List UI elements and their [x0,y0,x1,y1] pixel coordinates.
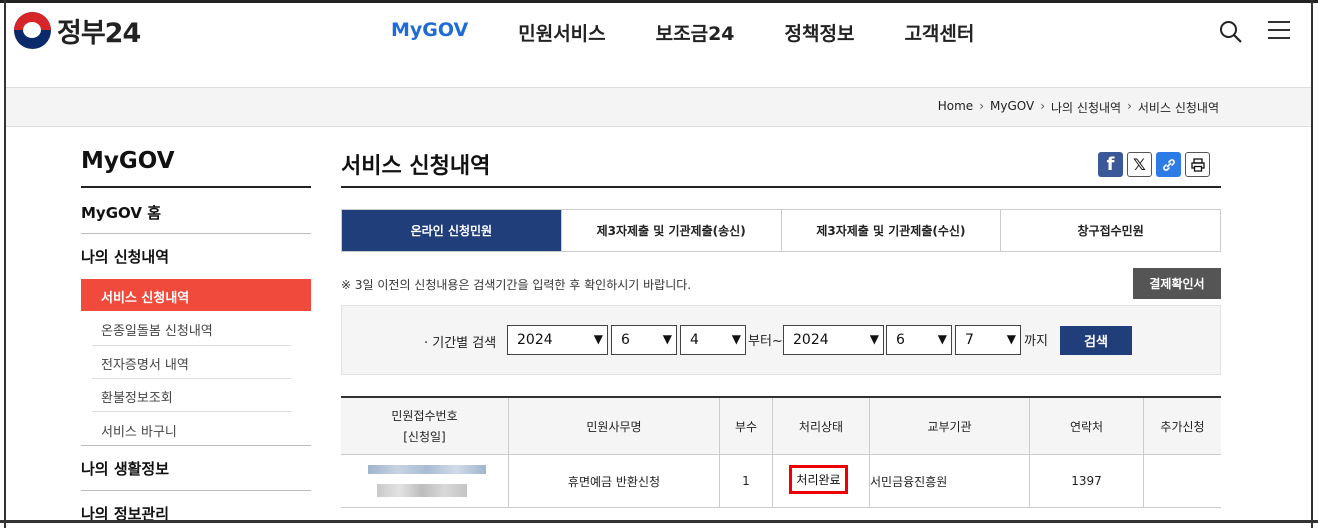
site-header: 정부24 MyGOV 민원서비스 보조금24 정책정보 고객센터 [6,3,1311,88]
chevron-right-icon: › [979,99,984,113]
additional-cell [1143,455,1221,507]
sidebar-item-life-info[interactable]: 나의 생활정보 [81,458,169,479]
nav-policy-info[interactable]: 정책정보 [785,19,855,46]
nav-subsidy24[interactable]: 보조금24 [656,19,735,46]
from-suffix-label: 부터~ [748,334,783,349]
column-header-count: 부수 [719,398,772,454]
to-year-select[interactable]: 2024 ▼ [783,325,884,355]
site-logo[interactable]: 정부24 [14,11,141,50]
nav-civil-service[interactable]: 민원서비스 [518,19,605,46]
table-row: 휴면예금 반환신청 1 서민금융진흥원 1397 [341,455,1221,508]
window-bottom-border [0,520,1318,523]
from-day-select[interactable]: 4 ▼ [680,325,746,355]
sidebar-subitem-e-certificates[interactable]: 전자증명서 내역 [101,354,189,373]
search-notice: ※ 3일 이전의 신청내용은 검색기간을 입력한 후 확인하시기 바랍니다. [341,278,692,292]
search-icon[interactable] [1218,19,1244,45]
breadcrumb-bar: Home › MyGOV › 나의 신청내역 › 서비스 신청내역 [6,88,1311,127]
sidebar-item-my-applications[interactable]: 나의 신청내역 [81,246,169,267]
receipt-number-cell[interactable] [341,455,508,507]
sidebar-subitem-service-applications[interactable]: 서비스 신청내역 [81,279,311,311]
to-day-select[interactable]: 7 ▼ [955,325,1021,355]
agency-cell: 서민금융진흥원 [869,455,1029,507]
column-header-agency: 교부기관 [869,398,1029,454]
breadcrumb-my-applications[interactable]: 나의 신청내역 [1051,99,1121,116]
payment-confirmation-button[interactable]: 결제확인서 [1133,268,1221,299]
to-month-select[interactable]: 6 ▼ [886,325,952,355]
chevron-down-icon: ▼ [937,332,947,346]
period-search-label: · 기간별 검색 [424,336,497,351]
divider [341,186,1221,188]
chevron-right-icon: › [1127,99,1132,113]
sidebar-subitem-refund-info[interactable]: 환불정보조회 [101,387,173,406]
redacted-application-date [377,484,467,497]
breadcrumb-mygov[interactable]: MyGOV [990,99,1034,116]
tab-third-party-sent[interactable]: 제3자제출 및 기관제출(송신) [560,210,781,251]
chevron-right-icon: › [1040,99,1046,113]
service-name-cell[interactable]: 휴면예금 반환신청 [508,455,719,507]
count-cell: 1 [719,455,772,507]
column-header-status: 처리상태 [772,398,869,454]
nav-customer-center[interactable]: 고객센터 [904,19,974,46]
main-nav: MyGOV 민원서비스 보조금24 정책정보 고객센터 [391,19,1024,46]
breadcrumb: Home › MyGOV › 나의 신청내역 › 서비스 신청내역 [938,99,1219,116]
redacted-receipt-number [368,465,486,474]
divider [92,411,291,412]
x-share-icon[interactable]: 𝕏 [1127,152,1152,177]
print-icon[interactable] [1185,152,1210,177]
column-header-receipt-number: 민원접수번호 [신청일] [391,409,458,444]
breadcrumb-home[interactable]: Home [938,99,973,116]
from-month-select[interactable]: 6 ▼ [611,325,677,355]
to-suffix-label: 까지 [1024,334,1048,349]
chevron-down-icon: ▼ [869,332,879,346]
divider [81,186,311,188]
tab-third-party-received[interactable]: 제3자제출 및 기관제출(수신) [780,210,1001,251]
table-header-row: 민원접수번호 [신청일] 민원사무명 부수 처리상태 교부기관 연락처 추가신청 [341,398,1221,455]
page-title: 서비스 신청내역 [341,154,491,179]
sidebar-item-mygov-home[interactable]: MyGOV 홈 [81,202,161,223]
hamburger-menu-icon[interactable] [1268,21,1290,41]
from-year-select[interactable]: 2024 ▼ [507,325,608,355]
tab-counter-applications[interactable]: 창구접수민원 [1000,210,1220,251]
sidebar-title: MyGOV [81,148,175,174]
facebook-share-icon[interactable]: f [1098,152,1123,177]
column-header-contact: 연락처 [1029,398,1143,454]
chevron-down-icon: ▼ [731,332,741,346]
sidebar-subitem-all-day-care[interactable]: 온종일돌봄 신청내역 [101,320,213,339]
link-copy-icon[interactable] [1156,152,1181,177]
taegeuk-logo-icon [14,12,51,49]
nav-mygov[interactable]: MyGOV [391,19,468,46]
search-button[interactable]: 검색 [1060,326,1132,355]
chevron-down-icon: ▼ [1006,332,1016,346]
logo-text: 정부24 [57,18,141,49]
divider [92,378,291,379]
application-tabs: 온라인 신청민원 제3자제출 및 기관제출(송신) 제3자제출 및 기관제출(수… [341,209,1221,252]
contact-cell: 1397 [1029,455,1143,507]
column-header-additional: 추가신청 [1143,398,1221,454]
divider [81,490,311,491]
status-badge: 처리완료 [789,465,848,494]
chevron-down-icon: ▼ [662,332,672,346]
divider [81,445,311,446]
window-right-border [1311,0,1313,528]
divider [81,233,311,234]
column-header-service-name: 민원사무명 [508,398,719,454]
divider [92,345,291,346]
chevron-down-icon: ▼ [593,332,603,346]
tab-online-applications[interactable]: 온라인 신청민원 [342,210,561,251]
sidebar-subitem-service-basket[interactable]: 서비스 바구니 [101,421,177,440]
window-left-border [4,0,6,528]
breadcrumb-current: 서비스 신청내역 [1137,101,1219,115]
